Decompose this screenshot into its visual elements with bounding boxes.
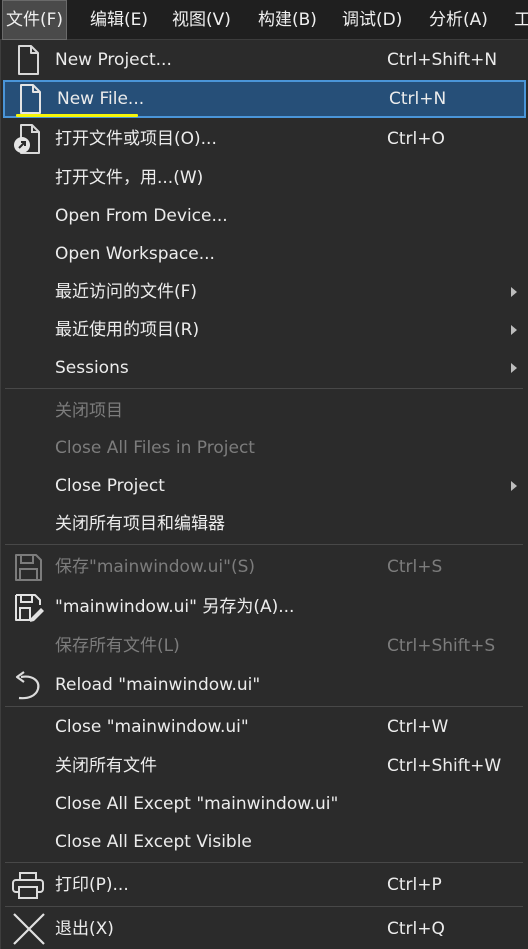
menu-item-label: Open Workspace... [55,244,215,264]
menu-item-label: Close Project [55,476,165,496]
menu-item-new-file[interactable]: New File... Ctrl+N [3,80,526,118]
menu-separator [5,544,523,545]
new-project-icon [11,44,45,76]
menu-item-label: 关闭项目 [55,401,123,421]
menu-separator [5,862,523,863]
menu-debug[interactable]: 调试(D) [339,0,405,40]
menu-item-shortcut: Ctrl+O [387,129,445,149]
menu-item-label: Sessions [55,358,129,378]
menu-item-label: 关闭所有文件 [55,756,157,776]
menu-item-label: 保存"mainwindow.ui"(S) [55,557,256,577]
menu-item-shortcut: Ctrl+Shift+S [387,636,496,656]
menu-item-close-all-except-visible[interactable]: Close All Except Visible [1,823,527,861]
menu-file[interactable]: 文件(F) [2,0,68,40]
reload-icon [11,669,45,701]
menu-item-shortcut: Ctrl+Shift+N [387,50,498,70]
submenu-arrow-icon [511,481,517,491]
menu-item-save[interactable]: 保存"mainwindow.ui"(S) Ctrl+S [1,548,527,586]
menu-item-label: Close All Files in Project [55,438,255,458]
menu-view[interactable]: 视图(V) [169,0,234,40]
menu-item-label: 打印(P)... [55,875,129,895]
menu-item-exit[interactable]: 退出(X) Ctrl+Q [1,910,527,948]
menu-item-label: New File... [57,89,145,109]
save-as-icon [11,591,45,623]
menu-item-recent-files[interactable]: 最近访问的文件(F) [1,273,527,311]
menu-item-shortcut: Ctrl+W [387,717,449,737]
submenu-arrow-icon [511,287,517,297]
highlight-underline [16,114,138,117]
menu-item-label: 保存所有文件(L) [55,636,180,656]
menu-item-close-all-except[interactable]: Close All Except "mainwindow.ui" [1,785,527,823]
exit-icon [11,913,45,945]
menu-edit[interactable]: 编辑(E) [87,0,151,40]
menu-item-recent-projects[interactable]: 最近使用的项目(R) [1,311,527,349]
menu-item-shortcut: Ctrl+Q [387,919,445,939]
file-menu: New Project... Ctrl+Shift+N New File... … [0,40,528,949]
menu-item-reload[interactable]: Reload "mainwindow.ui" [1,666,527,704]
menu-item-print[interactable]: 打印(P)... Ctrl+P [1,866,527,904]
menu-item-shortcut: Ctrl+P [387,875,442,895]
menu-item-close-file[interactable]: Close "mainwindow.ui" Ctrl+W [1,708,527,746]
menu-item-close-all-files-in-project[interactable]: Close All Files in Project [1,429,527,467]
menu-item-label: Close "mainwindow.ui" [55,717,249,737]
menu-item-label: 退出(X) [55,919,114,939]
menu-item-close-project[interactable]: Close Project [1,467,527,505]
menu-build[interactable]: 构建(B) [255,0,320,40]
menu-item-close-all-projects-editors[interactable]: 关闭所有项目和编辑器 [1,505,527,543]
menu-item-open-file-or-project[interactable]: 打开文件或项目(O)... Ctrl+O [1,120,527,158]
menu-item-label: 关闭所有项目和编辑器 [55,514,225,534]
menu-item-label: 打开文件，用...(W) [55,168,204,188]
menu-item-label: 最近使用的项目(R) [55,320,200,340]
submenu-arrow-icon [511,363,517,373]
menu-separator [5,388,523,389]
menu-item-label: "mainwindow.ui" 另存为(A)... [55,597,295,617]
menu-item-close-all-files[interactable]: 关闭所有文件 Ctrl+Shift+W [1,747,527,785]
menu-item-new-project[interactable]: New Project... Ctrl+Shift+N [1,41,527,79]
submenu-arrow-icon [511,325,517,335]
menu-separator [5,906,523,907]
menu-item-label: 最近访问的文件(F) [55,282,198,302]
menu-item-open-from-device[interactable]: Open From Device... [1,197,527,235]
menu-item-label: 打开文件或项目(O)... [55,129,217,149]
menu-item-label: Close All Except "mainwindow.ui" [55,794,339,814]
menu-item-shortcut: Ctrl+S [387,557,443,577]
menu-item-save-as[interactable]: "mainwindow.ui" 另存为(A)... [1,588,527,626]
menu-separator [5,706,523,707]
menu-item-label: New Project... [55,50,172,70]
menu-tools[interactable]: 工 [511,0,528,40]
menu-analyze[interactable]: 分析(A) [426,0,491,40]
menu-item-save-all[interactable]: 保存所有文件(L) Ctrl+Shift+S [1,627,527,665]
menu-item-label: Open From Device... [55,206,228,226]
menu-item-shortcut: Ctrl+N [389,89,447,109]
printer-icon [11,869,45,901]
menu-item-label: Reload "mainwindow.ui" [55,675,261,695]
menu-item-close-project-cn[interactable]: 关闭项目 [1,392,527,430]
menu-item-sessions[interactable]: Sessions [1,349,527,387]
new-file-icon [13,83,47,115]
menu-item-label: Close All Except Visible [55,832,252,852]
menu-item-open-with[interactable]: 打开文件，用...(W) [1,159,527,197]
menu-bar: 文件(F) 编辑(E) 视图(V) 构建(B) 调试(D) 分析(A) 工 [0,0,528,40]
menu-item-shortcut: Ctrl+Shift+W [387,756,502,776]
open-file-icon [11,123,45,155]
menu-item-open-workspace[interactable]: Open Workspace... [1,235,527,273]
save-icon [11,551,45,583]
